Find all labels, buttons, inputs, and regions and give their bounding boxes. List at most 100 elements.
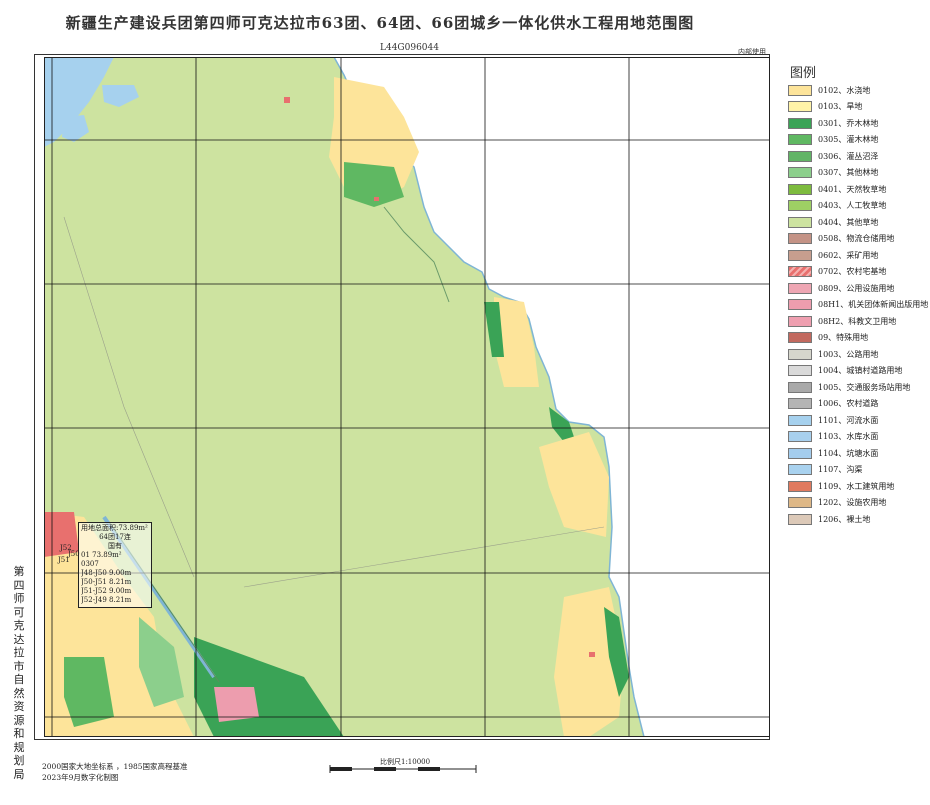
legend-label: 0307、其他林地 [818, 168, 879, 178]
info-line: J51-J52 9.00m [81, 587, 132, 595]
legend-item: 1103、水库水面 [788, 429, 928, 446]
sheet-number: L44G096044 [380, 43, 439, 53]
production-date-note: 2023年9月数字化制图 [42, 773, 119, 782]
legend-label: 0401、天然牧草地 [818, 184, 887, 194]
legend: 0102、水浇地 0103、旱地 0301、乔木林地 0305、灌木林地 0306、灌丛… [788, 82, 928, 528]
legend-item: 1005、交通服务场站用地 [788, 379, 928, 396]
legend-item: 1107、沟渠 [788, 462, 928, 479]
legend-label: 1107、沟渠 [818, 465, 863, 475]
legend-swatch [788, 101, 812, 113]
legend-label: 1101、河流水面 [818, 415, 879, 425]
legend-swatch [788, 134, 812, 146]
legend-label: 0403、人工牧草地 [818, 201, 887, 211]
legend-label: 0301、乔木林地 [818, 118, 879, 128]
scale-bar [329, 765, 477, 773]
legend-label: 1206、裸土地 [818, 514, 871, 524]
legend-label: 0602、采矿用地 [818, 250, 879, 260]
legend-item: 0103、旱地 [788, 99, 928, 116]
issuer-side-text: 第四师可克达拉市自然资源和规划局 [13, 565, 25, 781]
info-line: 0307 [81, 560, 99, 568]
info-line: J52-J49 8.21m [81, 596, 132, 604]
legend-swatch [788, 233, 812, 245]
legend-label: 0103、旱地 [818, 102, 863, 112]
legend-item: 1104、坑塘水面 [788, 445, 928, 462]
legend-swatch [788, 381, 812, 393]
legend-swatch [788, 431, 812, 443]
legend-label: 1109、水工建筑用地 [818, 481, 895, 491]
legend-label: 0102、水浇地 [818, 85, 871, 95]
legend-label: 1004、城镇村道路用地 [818, 366, 903, 376]
legend-label: 1103、水库水面 [818, 432, 879, 442]
legend-item: 0702、农村宅基地 [788, 264, 928, 281]
legend-swatch [788, 299, 812, 311]
legend-item: 1006、农村道路 [788, 396, 928, 413]
legend-swatch [788, 315, 812, 327]
map-canvas: J52 J50 J51 [44, 57, 770, 737]
legend-item: 1101、河流水面 [788, 412, 928, 429]
legend-item: 0508、物流仓储用地 [788, 231, 928, 248]
info-line: 用地总面积:73.89m² [81, 524, 148, 532]
info-line: 01 73.89m² [81, 551, 122, 559]
legend-swatch [788, 348, 812, 360]
legend-swatch [788, 216, 812, 228]
legend-swatch [788, 200, 812, 212]
legend-item: 09、特殊用地 [788, 330, 928, 347]
legend-label: 1003、公路用地 [818, 349, 879, 359]
legend-title: 图例 [790, 66, 817, 81]
legend-swatch [788, 480, 812, 492]
legend-label: 09、特殊用地 [818, 333, 869, 343]
legend-item: 0809、公用设施用地 [788, 280, 928, 297]
legend-swatch [788, 266, 812, 278]
legend-label: 1202、设施农用地 [818, 498, 887, 508]
legend-swatch [788, 282, 812, 294]
legend-swatch [788, 84, 812, 96]
legend-label: 08H2、科教文卫用地 [818, 316, 897, 326]
legend-item: 0306、灌丛沼泽 [788, 148, 928, 165]
legend-item: 1003、公路用地 [788, 346, 928, 363]
legend-swatch [788, 447, 812, 459]
legend-label: 0404、其他草地 [818, 217, 879, 227]
legend-swatch [788, 464, 812, 476]
info-line: J48-J50 9.00m [81, 569, 132, 577]
legend-item: 0102、水浇地 [788, 82, 928, 99]
legend-label: 0305、灌木林地 [818, 135, 879, 145]
info-line: 国有 [108, 542, 122, 550]
legend-item: 0305、灌木林地 [788, 132, 928, 149]
legend-item: 1109、水工建筑用地 [788, 478, 928, 495]
legend-swatch [788, 167, 812, 179]
legend-swatch [788, 332, 812, 344]
legend-item: 08H1、机关团体新闻出版用地 [788, 297, 928, 314]
legend-label: 1006、农村道路 [818, 399, 879, 409]
point-label-j51: J51 [57, 556, 70, 564]
legend-item: 1202、设施农用地 [788, 495, 928, 512]
legend-label: 0702、农村宅基地 [818, 267, 887, 277]
legend-item: 0301、乔木林地 [788, 115, 928, 132]
legend-item: 08H2、科教文卫用地 [788, 313, 928, 330]
legend-label: 0809、公用设施用地 [818, 283, 895, 293]
legend-item: 1004、城镇村道路用地 [788, 363, 928, 380]
parcel-info-box: 用地总面积:73.89m² 64团17连 国有 01 73.89m² 0307 J48-J… [78, 522, 152, 608]
info-line: 64团17连 [99, 533, 131, 541]
legend-item: 0404、其他草地 [788, 214, 928, 231]
coordinate-system-note: 2000国家大地坐标系 ，1985国家高程基准 [42, 762, 188, 771]
legend-swatch [788, 414, 812, 426]
legend-label: 1104、坑塘水面 [818, 448, 879, 458]
legend-label: 0508、物流仓储用地 [818, 234, 895, 244]
legend-item: 1206、裸土地 [788, 511, 928, 528]
legend-swatch [788, 513, 812, 525]
info-line: J50-J51 8.21m [81, 578, 132, 586]
map-title: 新疆生产建设兵团第四师可克达拉市63团、64团、66团城乡一体化供水工程用地范围… [65, 14, 695, 32]
legend-label: 08H1、机关团体新闻出版用地 [818, 300, 929, 310]
legend-swatch [788, 150, 812, 162]
legend-item: 0602、采矿用地 [788, 247, 928, 264]
legend-item: 0403、人工牧草地 [788, 198, 928, 215]
legend-label: 1005、交通服务场站用地 [818, 382, 911, 392]
legend-swatch [788, 249, 812, 261]
legend-item: 0307、其他林地 [788, 165, 928, 182]
legend-swatch [788, 183, 812, 195]
legend-item: 0401、天然牧草地 [788, 181, 928, 198]
legend-swatch [788, 365, 812, 377]
legend-label: 0306、灌丛沼泽 [818, 151, 879, 161]
legend-swatch [788, 497, 812, 509]
legend-swatch [788, 398, 812, 410]
